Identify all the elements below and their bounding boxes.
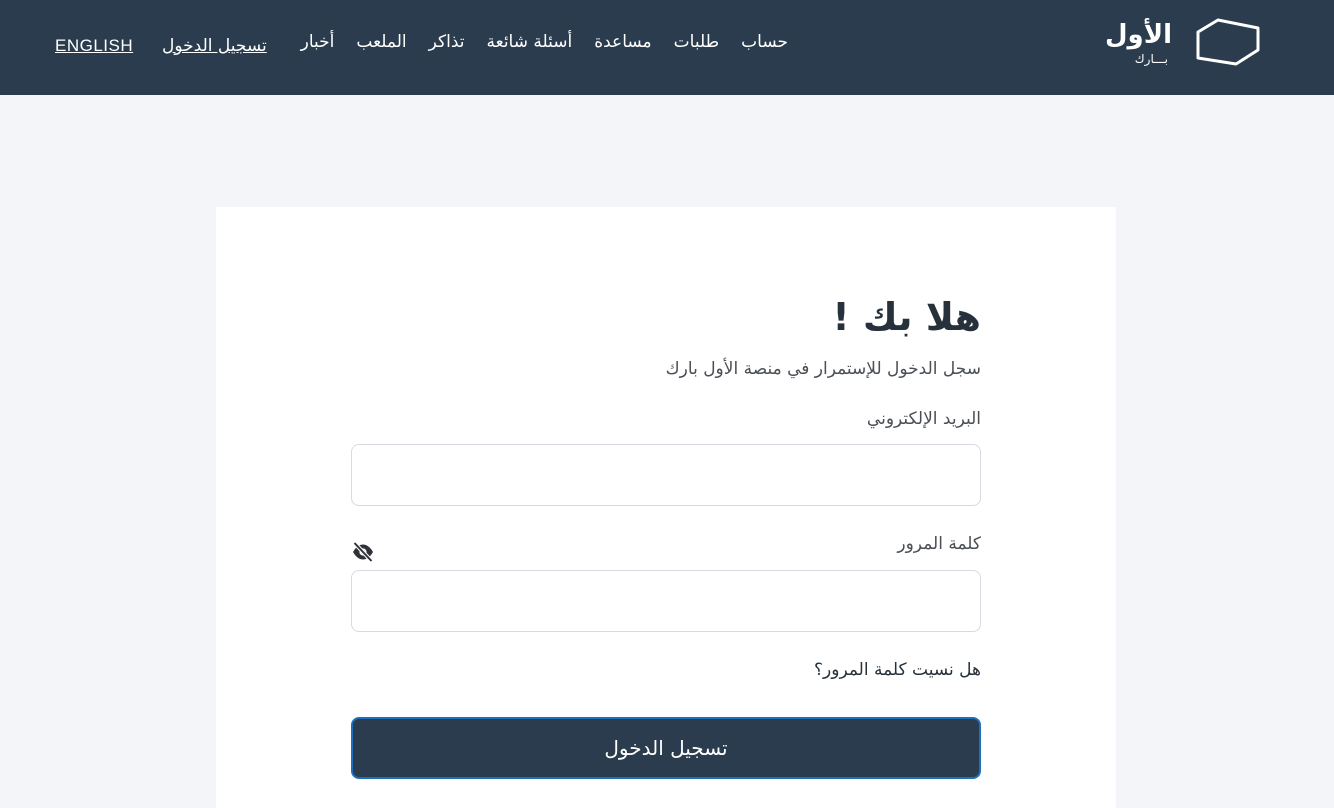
forgot-password-link[interactable]: هل نسيت كلمة المرور؟ <box>814 660 981 680</box>
nav-item-account[interactable]: حساب <box>741 32 788 52</box>
email-label: البريد الإلكتروني <box>866 409 981 429</box>
password-label: كلمة المرور <box>897 534 981 554</box>
logo-subtext: بـــارك <box>1134 52 1168 66</box>
language-switch[interactable]: ENGLISH <box>55 36 133 56</box>
eye-slash-icon[interactable] <box>351 540 375 564</box>
nav-item-stadium[interactable]: الملعب <box>356 32 406 52</box>
nav-item-help[interactable]: مساعدة <box>594 32 651 52</box>
main-nav: أخبار الملعب تذاكر أسئلة شائعة مساعدة طل… <box>301 32 788 52</box>
page-title: هلا بك ! <box>832 295 981 339</box>
nav-item-news[interactable]: أخبار <box>301 32 335 52</box>
nav-item-tickets[interactable]: تذاكر <box>429 32 465 52</box>
top-navbar: الأول بـــارك أخبار الملعب تذاكر أسئلة ش… <box>0 0 1334 95</box>
password-field[interactable] <box>351 570 981 632</box>
login-card: هلا بك ! سجل الدخول للإستمرار في منصة ال… <box>216 207 1116 808</box>
brand-logo[interactable]: الأول بـــارك <box>1105 16 1260 76</box>
nav-item-orders[interactable]: طلبات <box>674 32 719 52</box>
logo-text: الأول <box>1105 20 1172 50</box>
nav-login-link[interactable]: تسجيل الدخول <box>162 36 267 56</box>
nav-item-faq[interactable]: أسئلة شائعة <box>487 32 573 52</box>
login-submit-button[interactable]: تسجيل الدخول <box>351 717 981 779</box>
email-field[interactable] <box>351 444 981 506</box>
logo-shape-icon <box>1196 18 1260 66</box>
page-subtitle: سجل الدخول للإستمرار في منصة الأول بارك <box>665 359 981 379</box>
